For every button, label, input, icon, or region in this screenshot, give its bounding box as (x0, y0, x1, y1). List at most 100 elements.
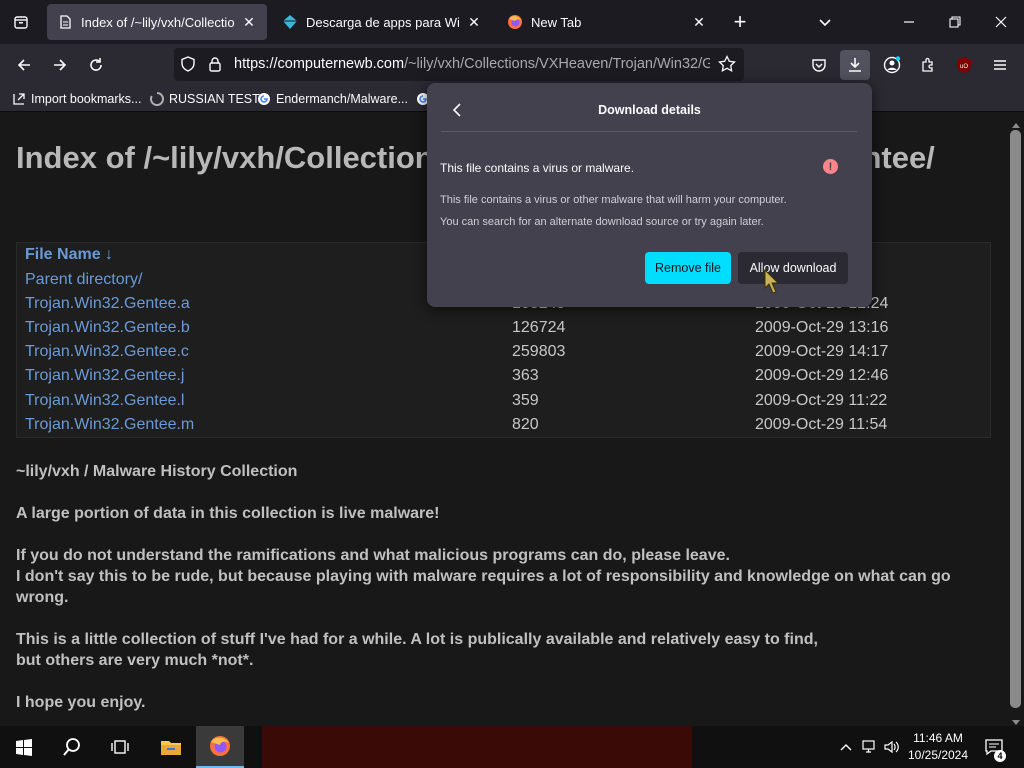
downloads-icon[interactable] (840, 50, 870, 80)
table-row: Trojan.Win32.Gentee.j 363 2009-Oct-29 12… (17, 367, 992, 391)
panel-title: Download details (598, 103, 701, 117)
tab-descarga[interactable]: Descarga de apps para Windows ✕ (272, 4, 492, 40)
tab-new-tab[interactable]: New Tab ✕ (497, 4, 717, 40)
scrollbar-thumb[interactable] (1010, 130, 1021, 708)
tracking-protection-icon[interactable] (180, 56, 196, 77)
extensions-icon[interactable] (913, 50, 943, 80)
bookmark-russian-test[interactable]: RUSSIAN TEST (150, 90, 260, 108)
download-details-panel: Download details This file contains a vi… (427, 83, 872, 307)
footer-warning: A large portion of data in this collecti… (16, 505, 440, 522)
footer-text: I hope you enjoy. (16, 694, 146, 711)
account-icon[interactable] (877, 50, 907, 80)
ublock-icon[interactable]: uO (949, 50, 979, 80)
file-size: 359 (512, 392, 539, 409)
bookmark-label: Import bookmarks... (31, 92, 142, 106)
windows-start-icon[interactable] (0, 726, 48, 768)
action-center-icon[interactable] (976, 726, 1012, 768)
close-window-icon[interactable] (986, 8, 1016, 36)
file-link[interactable]: Trojan.Win32.Gentee.l (25, 392, 184, 410)
lock-icon[interactable] (207, 56, 223, 77)
tab-label: Descarga de apps para Windows (306, 14, 460, 30)
google-icon (257, 92, 271, 106)
pocket-icon[interactable] (804, 50, 834, 80)
minimize-icon[interactable] (894, 8, 924, 36)
network-icon[interactable] (858, 726, 882, 768)
allow-download-button[interactable]: Allow download (738, 252, 848, 284)
clock-date: 10/25/2024 (907, 748, 969, 762)
task-view-icon[interactable] (96, 726, 144, 768)
malware-description: This file contains a virus or other malw… (440, 194, 787, 206)
show-hidden-icons-icon[interactable] (834, 726, 858, 768)
file-link[interactable]: Trojan.Win32.Gentee.m (25, 416, 194, 434)
malware-description: You can search for an alternate download… (440, 216, 764, 228)
tab-overview-icon[interactable] (6, 7, 36, 37)
divider (441, 131, 857, 132)
search-icon[interactable] (48, 726, 96, 768)
file-size: 363 (512, 367, 539, 384)
forward-icon[interactable] (45, 50, 75, 80)
scroll-down-icon[interactable] (1011, 714, 1021, 725)
file-date: 2009-Oct-29 14:17 (755, 343, 889, 360)
spinner-icon (150, 92, 164, 106)
table-row: Trojan.Win32.Gentee.l 359 2009-Oct-29 11… (17, 392, 992, 416)
file-link[interactable]: Parent directory/ (25, 271, 142, 289)
tab-index-of[interactable]: Index of /~lily/vxh/Collections/ ✕ (47, 4, 267, 40)
file-size: 820 (512, 416, 539, 433)
file-size: 259803 (512, 343, 566, 360)
file-date: 2009-Oct-29 13:16 (755, 319, 889, 336)
close-tab-icon[interactable]: ✕ (691, 14, 707, 30)
url-path: /~lily/vxh/Collections/VXHeaven/Trojan/W… (404, 56, 710, 72)
bookmark-endermanch[interactable]: Endermanch/Malware... (257, 90, 408, 108)
bookmark-label: RUSSIAN TEST (169, 92, 260, 106)
table-row: Trojan.Win32.Gentee.b 126724 2009-Oct-29… (17, 319, 992, 343)
file-link[interactable]: Trojan.Win32.Gentee.j (25, 367, 184, 385)
file-link[interactable]: Trojan.Win32.Gentee.b (25, 319, 190, 337)
file-date: 2009-Oct-29 11:54 (755, 416, 888, 433)
close-tab-icon[interactable]: ✕ (466, 14, 482, 30)
volume-icon[interactable] (880, 726, 904, 768)
url-host: https://computernewb.com (234, 56, 405, 72)
firefox-taskbar-icon[interactable] (196, 726, 244, 768)
table-row: Trojan.Win32.Gentee.c 259803 2009-Oct-29… (17, 343, 992, 367)
footer-text: but others are very much *not*. (16, 652, 254, 669)
notification-count-badge: 4 (994, 750, 1006, 762)
scroll-up-icon[interactable] (1011, 116, 1021, 128)
table-row: Trojan.Win32.Gentee.m 820 2009-Oct-29 11… (17, 416, 992, 440)
mouse-cursor-icon (762, 268, 784, 298)
bookmark-star-icon[interactable] (718, 54, 736, 78)
back-icon[interactable] (9, 50, 39, 80)
diamond-icon (282, 14, 298, 30)
system-clock[interactable]: 11:46 AM 10/25/2024 (906, 730, 970, 764)
footer-text: If you do not understand the ramificatio… (16, 547, 730, 564)
import-icon (12, 92, 26, 106)
url-text[interactable]: https://computernewb.com/~lily/vxh/Colle… (234, 56, 710, 72)
windows-taskbar: 11:46 AM 10/25/2024 (0, 726, 1024, 768)
file-date: 2009-Oct-29 11:22 (755, 392, 888, 409)
list-all-tabs-icon[interactable] (810, 8, 840, 36)
column-header-file-name[interactable]: File Name ↓ (25, 246, 113, 264)
remove-file-button[interactable]: Remove file (645, 252, 731, 284)
tab-label: Index of /~lily/vxh/Collections/ (81, 14, 235, 30)
bookmark-import[interactable]: Import bookmarks... (12, 90, 141, 108)
file-link[interactable]: Trojan.Win32.Gentee.a (25, 295, 190, 313)
file-link[interactable]: Trojan.Win32.Gentee.c (25, 343, 189, 361)
file-icon (57, 14, 73, 30)
restore-icon[interactable] (940, 8, 970, 36)
malware-warning-title: This file contains a virus or malware. (440, 161, 635, 175)
close-tab-icon[interactable]: ✕ (241, 14, 257, 30)
tab-label: New Tab (531, 14, 582, 30)
warning-icon: ! (823, 159, 838, 174)
tab-strip: Index of /~lily/vxh/Collections/ ✕ Desca… (0, 0, 1024, 44)
footer-heading: ~lily/vxh / Malware History Collection (16, 463, 298, 480)
firefox-icon (507, 14, 523, 30)
file-explorer-icon[interactable] (147, 726, 195, 768)
menu-icon[interactable] (985, 50, 1015, 80)
svg-text:uO: uO (960, 64, 968, 70)
footer-text: I don't say this to be rude, but because… (16, 568, 951, 606)
reload-icon[interactable] (81, 50, 111, 80)
desktop-wallpaper-strip (262, 726, 692, 768)
bookmark-label: Endermanch/Malware... (276, 92, 409, 106)
file-date: 2009-Oct-29 12:46 (755, 367, 889, 384)
new-tab-button[interactable]: + (725, 8, 755, 36)
clock-time: 11:46 AM (913, 731, 963, 745)
